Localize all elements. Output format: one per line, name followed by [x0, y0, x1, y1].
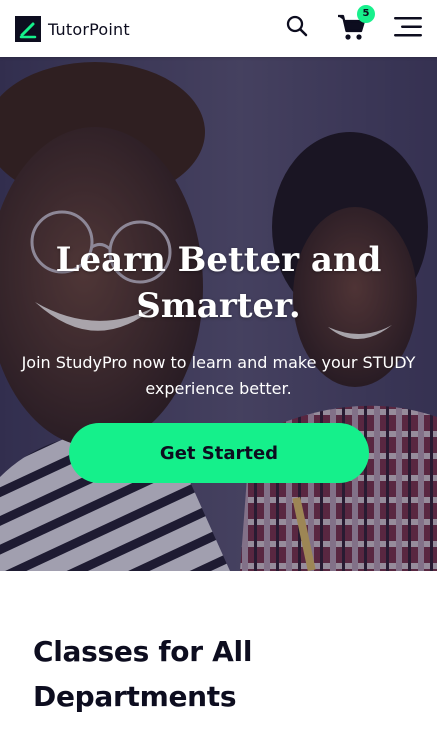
get-started-button[interactable]: Get Started — [69, 423, 369, 483]
classes-section: Classes for All Departments — [0, 571, 437, 736]
top-navbar: TutorPoint 5 — [0, 0, 437, 57]
search-button[interactable] — [286, 15, 308, 37]
hero-subtitle: Join StudyPro now to learn and make your… — [21, 353, 416, 398]
brand-link[interactable]: TutorPoint — [15, 16, 130, 42]
brand-name: TutorPoint — [48, 19, 130, 39]
search-icon — [286, 15, 308, 37]
section-title: Classes for All Departments — [33, 635, 253, 713]
hamburger-menu-icon — [394, 17, 422, 37]
hero-section: Learn Better and Smarter. Join StudyPro … — [0, 57, 437, 571]
pen-logo-icon — [15, 16, 41, 42]
hero-title: Learn Better and Smarter. — [55, 240, 382, 326]
menu-button[interactable] — [394, 16, 422, 38]
cart-count-badge: 5 — [357, 5, 375, 23]
